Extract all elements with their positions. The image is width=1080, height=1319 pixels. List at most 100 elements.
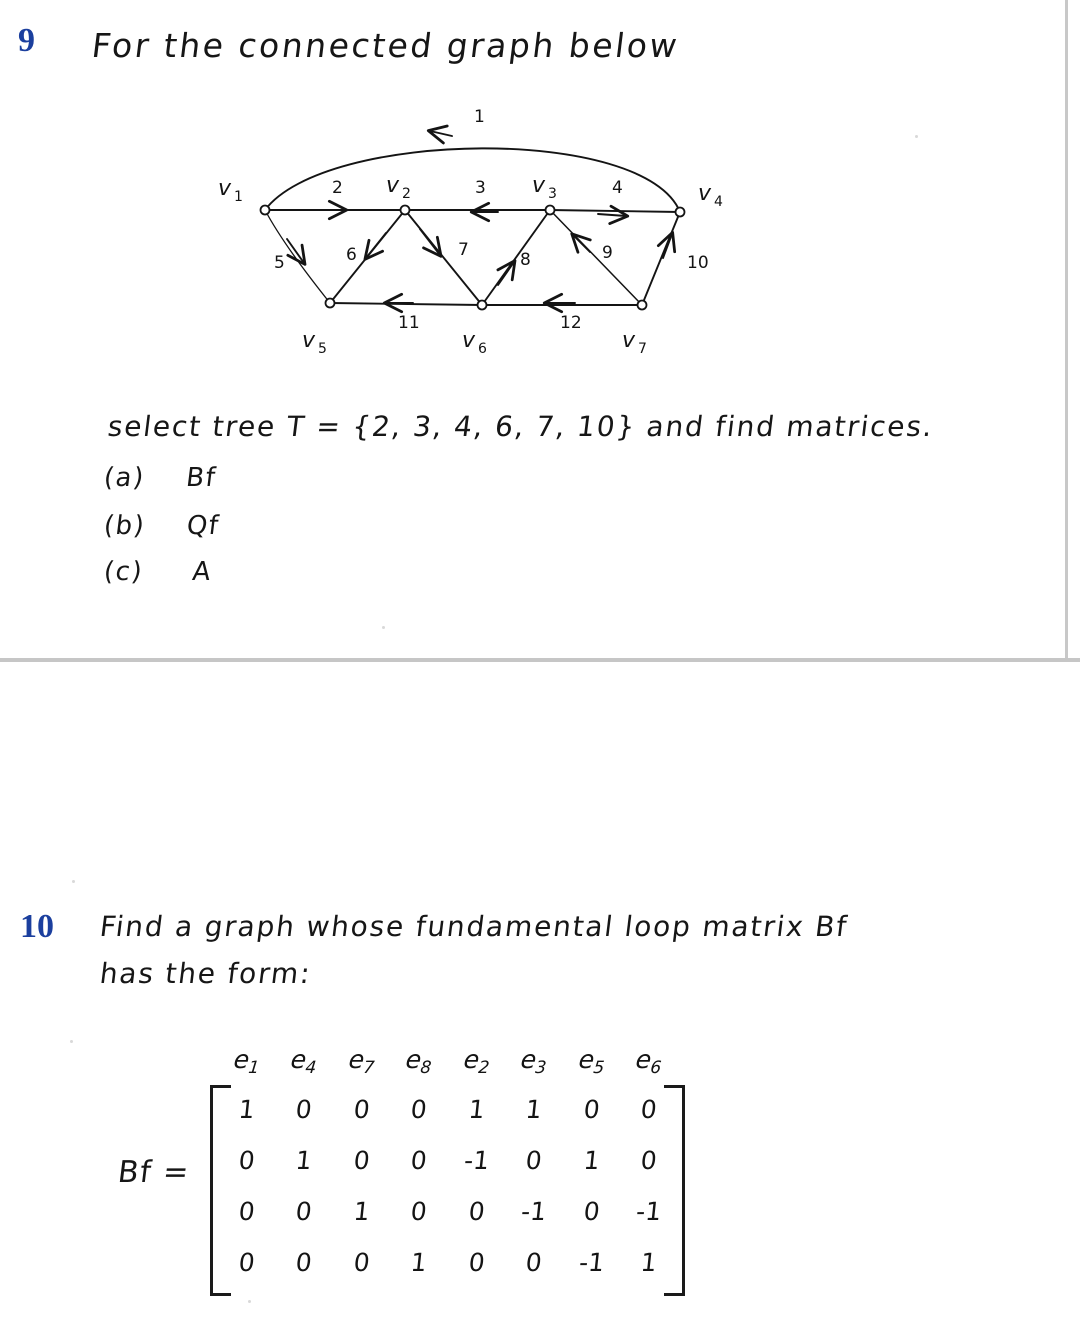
question-9-tree-statement: select tree T = {2, 3, 4, 6, 7, 10} and … [105,410,936,443]
edge-label-9: 9 [602,243,613,263]
question-10-number: 10 [20,908,54,945]
matrix-cell: 0 [237,1196,257,1226]
matrix-col-header-6: e5 [577,1045,606,1078]
matrix-cell: 0 [639,1145,659,1175]
edge-label-5: 5 [274,253,285,273]
bf-matrix-label: Bf = [115,1155,192,1190]
matrix-cell: 0 [639,1094,659,1124]
vertex-label-v1: v [218,176,232,201]
matrix-row: 1 0 0 0 1 1 0 0 [218,1084,678,1135]
vertex-label-v4: v [698,181,712,206]
matrix-cell: 0 [467,1196,487,1226]
scan-speck [72,880,75,883]
vertex-v3-node [544,204,556,216]
scan-page-divider [0,658,1080,662]
edge-1-arrowhead [426,124,453,145]
question-9-part-c: (c) A [102,557,214,587]
vertex-v4-node [674,206,686,218]
part-a-label: Bf [184,463,219,493]
matrix-col-header-2: e7 [347,1045,376,1078]
edge-7-arrowhead [419,228,443,258]
bf-matrix-block: Bf = e1 e4 e7 e8 e2 e3 e5 e6 1 0 0 0 1 1… [115,1045,685,1310]
vertex-label-v5-sub: 5 [318,341,327,357]
matrix-cell: 0 [582,1196,602,1226]
question-10-prompt-line-1: Find a graph whose fundamental loop matr… [97,910,851,943]
matrix-cell: -1 [462,1145,491,1175]
edge-label-4: 4 [612,178,623,198]
matrix-col-header-3: e8 [404,1045,434,1078]
vertex-v2-node [399,204,411,216]
bf-matrix-table-wrapper: e1 e4 e7 e8 e2 e3 e5 e6 1 0 0 0 1 1 0 0 … [218,1045,678,1288]
matrix-cell: 0 [524,1145,544,1175]
matrix-cell: 1 [409,1247,429,1277]
matrix-cell: 0 [582,1094,602,1124]
matrix-cell: 0 [294,1094,314,1124]
scanned-worksheet-page: 9 For the connected graph below 1 2 3 4 … [0,0,1080,1319]
edge-label-12: 12 [560,313,582,333]
matrix-col-header-4: e2 [462,1045,491,1078]
matrix-cell: 1 [352,1196,372,1226]
vertex-label-v6: v [462,328,476,353]
matrix-cell: 0 [524,1247,544,1277]
matrix-cell: 1 [294,1145,314,1175]
matrix-row: 0 0 1 0 0 -1 0 -1 [218,1186,678,1237]
edge-label-3: 3 [475,178,486,198]
matrix-cell: 1 [582,1145,602,1175]
matrix-cell: 0 [409,1196,429,1226]
bf-matrix-table: e1 e4 e7 e8 e2 e3 e5 e6 1 0 0 0 1 1 0 0 … [218,1045,678,1288]
vertex-label-v7-sub: 7 [638,341,647,357]
vertex-label-v5: v [302,328,316,353]
vertex-label-v1-sub: 1 [234,189,243,205]
edge-label-1: 1 [474,107,485,127]
edge-8-path [481,209,551,306]
graph-vertex-labels: v 1 v 2 v 3 v 4 v 5 v 6 v 7 [218,173,723,357]
vertex-v7-node [636,299,648,311]
edge-label-7: 7 [458,240,469,260]
matrix-cell: 0 [467,1247,487,1277]
edge-7-path [404,209,483,306]
vertex-v1-node [259,204,271,216]
matrix-header-row: e1 e4 e7 e8 e2 e3 e5 e6 [218,1045,678,1084]
edge-4-arrowhead [597,204,630,225]
edge-9-path [549,209,643,306]
scan-speck [915,135,918,138]
matrix-cell: 0 [237,1145,257,1175]
matrix-cell: -1 [520,1196,549,1226]
scan-right-edge [1065,0,1068,660]
vertex-label-v6-sub: 6 [478,341,487,357]
edge-label-2: 2 [332,178,343,198]
matrix-cell: 0 [237,1247,257,1277]
edge-9-arrowhead [570,232,592,254]
matrix-cell: 1 [524,1094,544,1124]
question-10-prompt-line-2: has the form: [97,957,314,990]
edge-label-6: 6 [346,245,357,265]
matrix-cell: 0 [409,1094,429,1124]
scan-speck [248,1300,251,1303]
vertex-label-v4-sub: 4 [714,194,723,210]
matrix-cell: 0 [409,1145,429,1175]
matrix-cell: -1 [577,1247,606,1277]
edge-8-arrowhead [496,259,517,286]
edge-5-arrowhead [286,238,307,266]
graph-edges [264,124,681,314]
matrix-col-header-7: e6 [634,1045,664,1078]
matrix-col-header-5: e3 [519,1045,549,1078]
vertex-label-v2-sub: 2 [402,186,411,202]
vertex-label-v3: v [532,173,546,198]
matrix-col-header-0: e1 [232,1045,261,1078]
matrix-cell: 1 [467,1094,487,1124]
matrix-cell: 1 [639,1247,659,1277]
scan-speck [382,626,385,629]
matrix-cell: 0 [294,1196,314,1226]
part-b-label: Qf [184,511,222,541]
edge-10-arrowhead [656,230,677,259]
part-c-marker: (c) [102,557,145,587]
question-9-prompt: For the connected graph below [89,26,682,65]
matrix-col-header-1: e4 [289,1045,319,1078]
edge-4-path [549,209,681,213]
vertex-label-v2: v [386,173,400,198]
scan-speck [70,1040,73,1043]
matrix-cell: 0 [294,1247,314,1277]
graph-svg: 1 2 3 4 5 6 7 8 9 10 11 12 v 1 v 2 v 3 v… [218,107,723,357]
question-9-part-a: (a) Bf [102,463,218,493]
